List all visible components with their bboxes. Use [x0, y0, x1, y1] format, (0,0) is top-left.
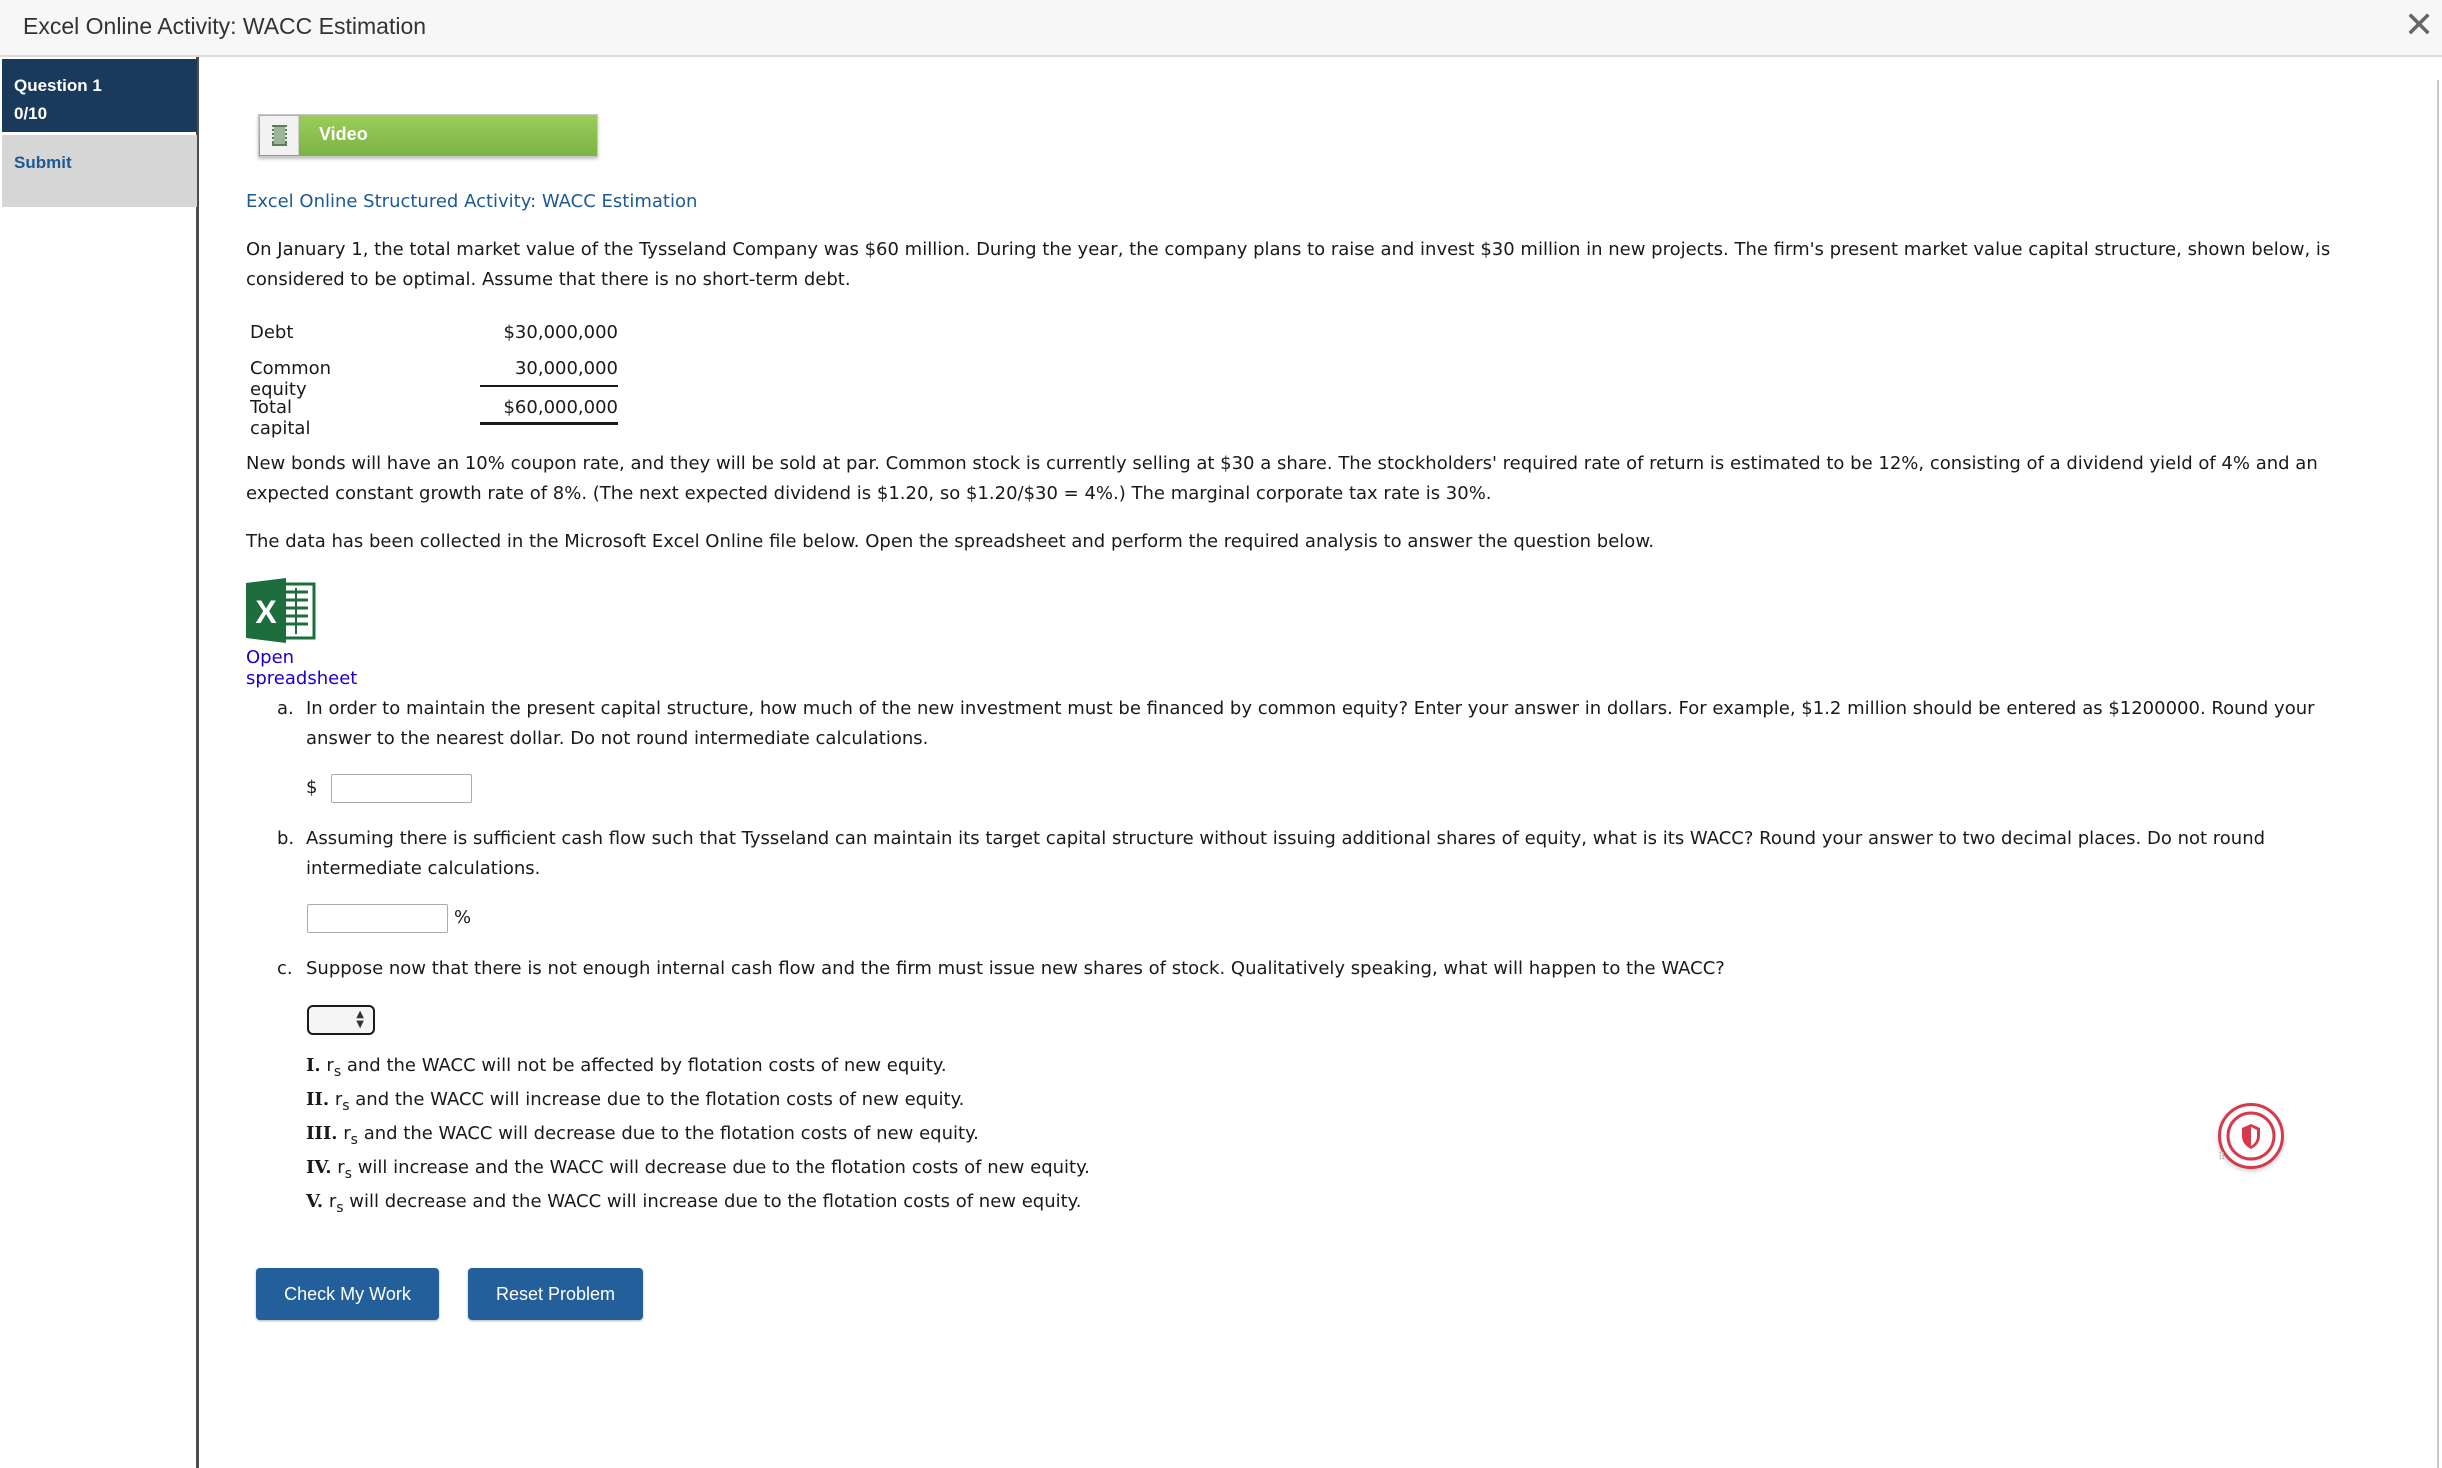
percent-suffix: %	[454, 907, 472, 928]
sidebar-item-submit[interactable]: Submit	[2, 135, 197, 207]
question-a-line-1: In order to maintain the present capital…	[306, 698, 2315, 719]
activity-heading: Excel Online Structured Activity: WACC E…	[246, 191, 698, 212]
excel-icon[interactable]: X	[246, 578, 316, 643]
question-a-line-2: answer to the nearest dollar. Do not rou…	[306, 728, 929, 749]
subtotal-rule	[480, 385, 618, 387]
video-button-label: Video	[319, 124, 368, 144]
data-note: The data has been collected in the Micro…	[246, 531, 1655, 552]
intro-line-2: considered to be optimal. Assume that th…	[246, 269, 851, 290]
question-b-line-2: intermediate calculations.	[306, 858, 541, 879]
question-sidebar: Question 1 0/10 Submit	[0, 57, 199, 1468]
drag-handle-icon[interactable]: ⠿	[2218, 1153, 2228, 1171]
open-spreadsheet-link[interactable]: Open spreadsheet	[246, 647, 357, 689]
question-b-line-1: Assuming there is sufficient cash flow s…	[306, 828, 2266, 849]
cap-label-equity: Common equity	[250, 358, 332, 400]
bonds-line-1: New bonds will have an 10% coupon rate, …	[246, 453, 2318, 474]
question-score: 0/10	[14, 104, 48, 123]
cap-value-total: $60,000,000	[503, 397, 618, 418]
option-v: V. rs will decrease and the WACC will in…	[306, 1191, 1082, 1216]
question-a-letter: a.	[277, 698, 294, 719]
cap-value-equity: 30,000,000	[514, 358, 618, 379]
wacc-input[interactable]	[307, 904, 448, 933]
cap-label-total: Total capital	[250, 397, 311, 439]
dollar-prefix: $	[306, 777, 318, 798]
option-i: I. rs and the WACC will not be affected …	[306, 1055, 947, 1080]
submit-label: Submit	[14, 153, 72, 172]
check-my-work-button[interactable]: Check My Work	[256, 1268, 439, 1320]
option-ii: II. rs and the WACC will increase due to…	[306, 1089, 965, 1114]
bonds-line-2: expected constant growth rate of 8%. (Th…	[246, 483, 1492, 504]
svg-text:X: X	[255, 594, 277, 630]
close-icon[interactable]: ✕	[2404, 8, 2434, 44]
question-c-letter: c.	[277, 958, 293, 979]
cap-value-debt: $30,000,000	[503, 322, 618, 343]
scrollbar-track[interactable]	[2437, 80, 2439, 1468]
wacc-effect-select[interactable]: ▲ ▼	[307, 1005, 375, 1035]
question-b-letter: b.	[277, 828, 295, 849]
equity-amount-input[interactable]	[331, 774, 472, 803]
option-iii: III. rs and the WACC will decrease due t…	[306, 1123, 979, 1148]
video-button[interactable]: Video	[258, 114, 598, 157]
total-rule	[480, 422, 618, 425]
select-arrows-icon: ▲ ▼	[356, 1009, 364, 1030]
window-title: Excel Online Activity: WACC Estimation	[23, 13, 427, 39]
cap-label-debt: Debt	[250, 322, 294, 343]
sidebar-item-question-1[interactable]: Question 1 0/10	[2, 59, 197, 132]
option-iv: IV. rs will increase and the WACC will d…	[306, 1157, 1090, 1182]
question-label: Question 1	[14, 76, 102, 95]
intro-line-1: On January 1, the total market value of …	[246, 239, 2331, 260]
film-icon	[260, 116, 299, 155]
reset-problem-button[interactable]: Reset Problem	[468, 1268, 643, 1320]
question-c-text: Suppose now that there is not enough int…	[306, 958, 1725, 979]
window-titlebar: Excel Online Activity: WACC Estimation ✕	[0, 0, 2442, 57]
